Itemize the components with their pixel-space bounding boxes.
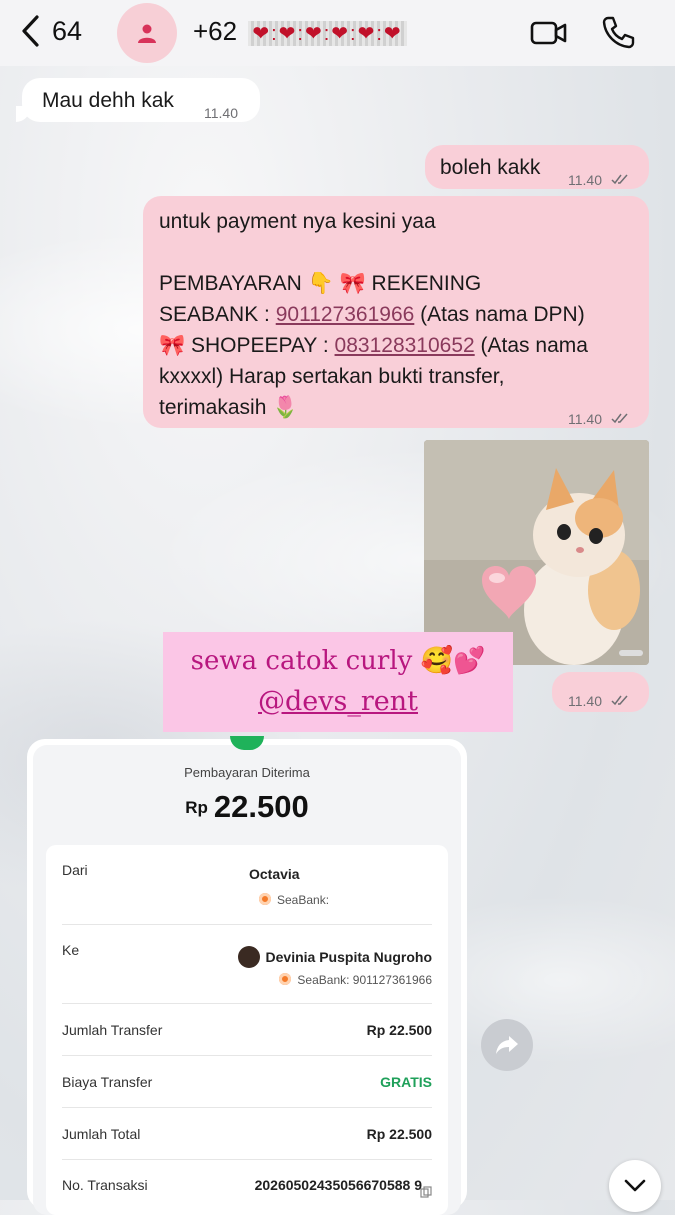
avatar[interactable]	[117, 3, 177, 63]
transfer-amount-label: Jumlah Transfer	[62, 1022, 163, 1038]
seabank-icon	[259, 893, 271, 905]
divider	[62, 1107, 432, 1108]
masked-number: ❤:❤:❤:❤:❤:❤	[248, 21, 407, 46]
chevron-left-icon	[22, 15, 39, 47]
double-check-icon	[611, 695, 628, 706]
forward-icon	[496, 1036, 518, 1054]
contact-name[interactable]: +62 ❤:❤:❤:❤:❤:❤	[193, 16, 407, 47]
message-text: boleh kakk	[440, 156, 541, 179]
message-line: terimakasih 🌷	[159, 396, 299, 419]
message-time: 11.40	[568, 172, 602, 188]
chevron-down-icon	[624, 1179, 646, 1192]
transaction-label: No. Transaksi	[62, 1177, 148, 1193]
message-time: 11.40	[204, 105, 238, 121]
phone-icon[interactable]	[600, 14, 636, 50]
promo-handle[interactable]: @devs_rent	[163, 686, 513, 717]
double-check-icon	[611, 174, 628, 185]
receipt-title: Pembayaran Diterima	[184, 765, 310, 780]
phone-number-link[interactable]: 083128310652	[335, 334, 475, 357]
image-timestamp: 11.40	[552, 672, 649, 712]
receipt-amount: Rp 22.500	[185, 789, 309, 824]
double-check-icon	[611, 413, 628, 424]
transfer-amount-value: Rp 22.500	[366, 1022, 432, 1038]
from-bank: SeaBank:	[259, 893, 329, 907]
total-value: Rp 22.500	[366, 1126, 432, 1142]
message-line: kxxxxl) Harap sertakan bukti transfer,	[159, 365, 505, 388]
to-name: Devinia Puspita Nugroho	[237, 946, 432, 968]
divider	[62, 1159, 432, 1160]
from-name: Octavia	[249, 866, 300, 882]
forward-button[interactable]	[481, 1019, 533, 1071]
message-text: Mau dehh kak	[42, 89, 174, 112]
video-camera-icon[interactable]	[530, 16, 568, 50]
message-line: untuk payment nya kesini yaa	[159, 210, 436, 233]
redaction	[212, 853, 242, 889]
person-icon	[138, 24, 156, 43]
message-incoming[interactable]: Mau dehh kak 11.40	[22, 78, 260, 122]
to-bank: SeaBank: 901127361966	[279, 973, 432, 987]
message-line: SEABANK : 901127361966 (Atas nama DPN)	[159, 303, 585, 326]
seabank-icon	[279, 973, 292, 985]
copy-icon[interactable]	[420, 1186, 432, 1198]
from-label: Dari	[62, 862, 88, 878]
avatar	[237, 946, 260, 968]
message-time: 11.40	[568, 693, 602, 709]
message-line: 🎀 SHOPEEPAY : 083128310652 (Atas nama	[159, 334, 588, 357]
divider	[62, 1055, 432, 1056]
promo-line: sewa catok curly 🥰💕	[190, 646, 486, 676]
chat-header: 64 +62 ❤:❤:❤:❤:❤:❤	[0, 0, 675, 66]
to-label: Ke	[62, 942, 80, 958]
unread-count: 64	[52, 15, 83, 46]
promo-sticker: sewa catok curly 🥰💕 @devs_rent	[163, 632, 513, 732]
total-label: Jumlah Total	[62, 1126, 141, 1142]
back-button[interactable]: 64	[18, 14, 82, 48]
message-outgoing-payment[interactable]: untuk payment nya kesini yaa PEMBAYARAN …	[143, 196, 649, 428]
transaction-value: 20260502435056670588 9	[254, 1177, 422, 1193]
message-outgoing[interactable]: boleh kakk 11.40	[425, 145, 649, 189]
fee-label: Biaya Transfer	[62, 1074, 153, 1090]
scroll-down-button[interactable]	[609, 1160, 661, 1212]
divider	[62, 1003, 432, 1004]
message-time: 11.40	[568, 411, 602, 427]
divider	[62, 924, 432, 925]
message-line: PEMBAYARAN 👇 🎀 REKENING	[159, 272, 482, 295]
account-number-link[interactable]: 901127361966	[276, 303, 415, 326]
fee-value: GRATIS	[380, 1074, 432, 1090]
